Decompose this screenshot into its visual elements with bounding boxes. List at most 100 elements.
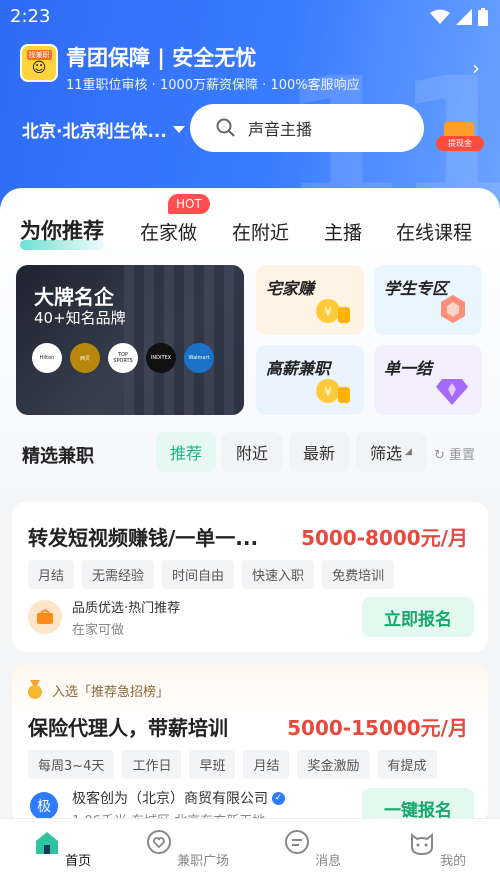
filter-chip-filter[interactable]: 筛选 ◢ — [356, 432, 426, 472]
nav-job-square[interactable]: 兼职广场 — [137, 829, 237, 869]
job-salary: 5000-8000元/月 — [301, 526, 468, 550]
shop-icon — [28, 600, 62, 634]
brand-logo-hilton: Hilton — [32, 343, 62, 373]
ranking-badge: 入选「推荐急招榜」 — [26, 680, 169, 700]
header-title: 青团保障 | 安全无忧 — [66, 46, 257, 70]
coin-icon: ¥ — [316, 299, 350, 323]
app-logo: 找兼职 ☺ — [20, 44, 58, 82]
job-tag: 无需经验 — [82, 560, 155, 589]
refresh-icon: ↻ — [434, 448, 445, 463]
job-tag: 每周3~4天 — [28, 750, 115, 779]
search-input[interactable]: 声音主播 — [248, 116, 312, 140]
category-tabs: 为你推荐 在家做 在附近 主播 在线课程 — [0, 210, 500, 254]
nav-home[interactable]: 首页 — [12, 829, 112, 869]
nav-profile[interactable]: 我的 — [387, 829, 487, 869]
filter-label: 筛选 — [370, 444, 403, 463]
wifi-icon — [430, 9, 450, 24]
brand-logo-xibei: 西贝 — [70, 343, 100, 373]
reset-button[interactable]: ↻ 重置 — [434, 444, 475, 463]
status-bar: 2:23 — [0, 0, 500, 34]
status-time: 2:23 — [10, 6, 51, 27]
city-label: 北京·北京利生体... — [22, 122, 167, 142]
medal-icon — [28, 680, 42, 699]
ranking-label: 入选「推荐急招榜」 — [52, 684, 170, 700]
diamond-icon — [436, 379, 468, 405]
reset-label: 重置 — [449, 448, 476, 463]
job-title: 保险代理人，带薪培训 — [28, 716, 228, 740]
company-row: 极客创为（北京）商贸有限公司 ✓ — [72, 788, 285, 808]
job-tag: 免费培训 — [322, 560, 395, 589]
company-name: 品质优选·热门推荐 — [72, 601, 181, 616]
nav-label: 我的 — [440, 854, 467, 869]
job-card[interactable]: 入选「推荐急招榜」 保险代理人，带薪培训 5000-15000元/月 每周3~4… — [12, 664, 488, 828]
tab-online-course[interactable]: 在线课程 — [396, 218, 472, 245]
job-tag: 时间自由 — [162, 560, 235, 589]
tab-home-work[interactable]: 在家做 — [140, 218, 197, 245]
mini-card-label: 宅家赚 — [266, 279, 315, 298]
job-tags: 月结 无需经验 时间自由 快速入职 免费培训 — [28, 560, 395, 589]
mini-card-high-pay[interactable]: 高薪兼职 ¥ — [256, 345, 364, 415]
job-card[interactable]: 转发短视频赚钱/一单一... 5000-8000元/月 月结 无需经验 时间自由… — [12, 502, 488, 652]
filter-chip-latest[interactable]: 最新 — [289, 432, 350, 472]
hot-badge: HOT — [168, 194, 210, 214]
job-tag: 有提成 — [377, 750, 437, 779]
search-icon — [216, 118, 235, 137]
bottom-navigation: 首页 兼职广场 消息 我的 — [0, 818, 500, 888]
feature-title: 大牌名企 — [34, 285, 114, 309]
nav-label: 兼职广场 — [177, 854, 230, 869]
logo-text: 找兼职 — [26, 50, 52, 60]
nav-label: 消息 — [315, 854, 342, 869]
brand-logo-inditex: INDITEX — [146, 343, 176, 373]
city-selector[interactable]: 北京·北京利生体... — [22, 117, 185, 142]
nav-messages[interactable]: 消息 — [262, 829, 362, 869]
tab-streamer[interactable]: 主播 — [324, 218, 362, 245]
job-tag: 早班 — [189, 750, 236, 779]
tab-recommend[interactable]: 为你推荐 — [20, 215, 104, 245]
job-tag: 工作日 — [122, 750, 182, 779]
verified-icon: ✓ — [272, 791, 285, 805]
job-title: 转发短视频赚钱/一单一... — [28, 526, 259, 550]
status-icons — [430, 8, 488, 26]
header-subtitle: 11重职位审核 · 1000万薪资保障 · 100%客服响应 — [66, 78, 360, 93]
job-tags: 每周3~4天 工作日 早班 月结 奖金激励 有提成 — [28, 750, 437, 779]
feature-subtitle: 40+知名品牌 — [34, 309, 126, 327]
filter-chip-nearby[interactable]: 附近 — [222, 432, 283, 472]
nav-label: 首页 — [65, 854, 92, 869]
coin-icon: ¥ — [316, 379, 350, 403]
message-icon — [284, 830, 309, 854]
apply-now-button[interactable]: 立即报名 — [362, 597, 474, 637]
section-title: 精选兼职 — [22, 446, 94, 467]
heart-chat-icon — [146, 830, 171, 854]
brand-logo-walmart: Walmart — [184, 343, 214, 373]
svg-text:¥: ¥ — [324, 385, 332, 399]
logo-face-icon: ☺ — [31, 60, 47, 76]
job-tag: 奖金激励 — [297, 750, 370, 779]
gift-label: 提现金 — [436, 136, 484, 151]
filter-chip-recommend[interactable]: 推荐 — [156, 432, 217, 472]
mini-card-student[interactable]: 学生专区 — [374, 265, 482, 335]
brand-feature-card[interactable]: 大牌名企 40+知名品牌 Hilton 西贝 TOP SPORTS INDITE… — [16, 265, 244, 415]
company-avatar: 极 — [30, 792, 58, 820]
brand-logo: 找兼职 ☺ — [20, 44, 58, 82]
search-box[interactable]: 声音主播 — [190, 104, 424, 152]
job-salary: 5000-15000元/月 — [287, 716, 468, 740]
badge-icon — [441, 295, 465, 323]
corner-triangle-icon: ◢ — [405, 447, 412, 457]
mini-card-single-settle[interactable]: 单一结 — [374, 345, 482, 415]
caret-down-icon — [172, 126, 185, 133]
signal-icon — [456, 9, 472, 25]
home-icon — [35, 832, 58, 854]
job-tag: 月结 — [28, 560, 75, 589]
mini-card-home-earn[interactable]: 宅家赚 ¥ — [256, 265, 364, 335]
tab-nearby[interactable]: 在附近 — [232, 218, 289, 245]
brand-logos: Hilton 西贝 TOP SPORTS INDITEX Walmart — [32, 343, 214, 373]
job-location: 在家可做 — [72, 623, 125, 638]
battery-icon — [478, 8, 488, 26]
chevron-right-icon[interactable]: › — [472, 56, 480, 80]
mini-card-label: 单一结 — [384, 359, 433, 378]
building-image — [124, 265, 244, 415]
job-tag: 快速入职 — [242, 560, 315, 589]
company-name: 极客创为（北京）商贸有限公司 — [72, 791, 268, 807]
cash-gift-button[interactable]: 提现金 — [436, 120, 484, 154]
profile-cat-icon — [410, 832, 433, 856]
